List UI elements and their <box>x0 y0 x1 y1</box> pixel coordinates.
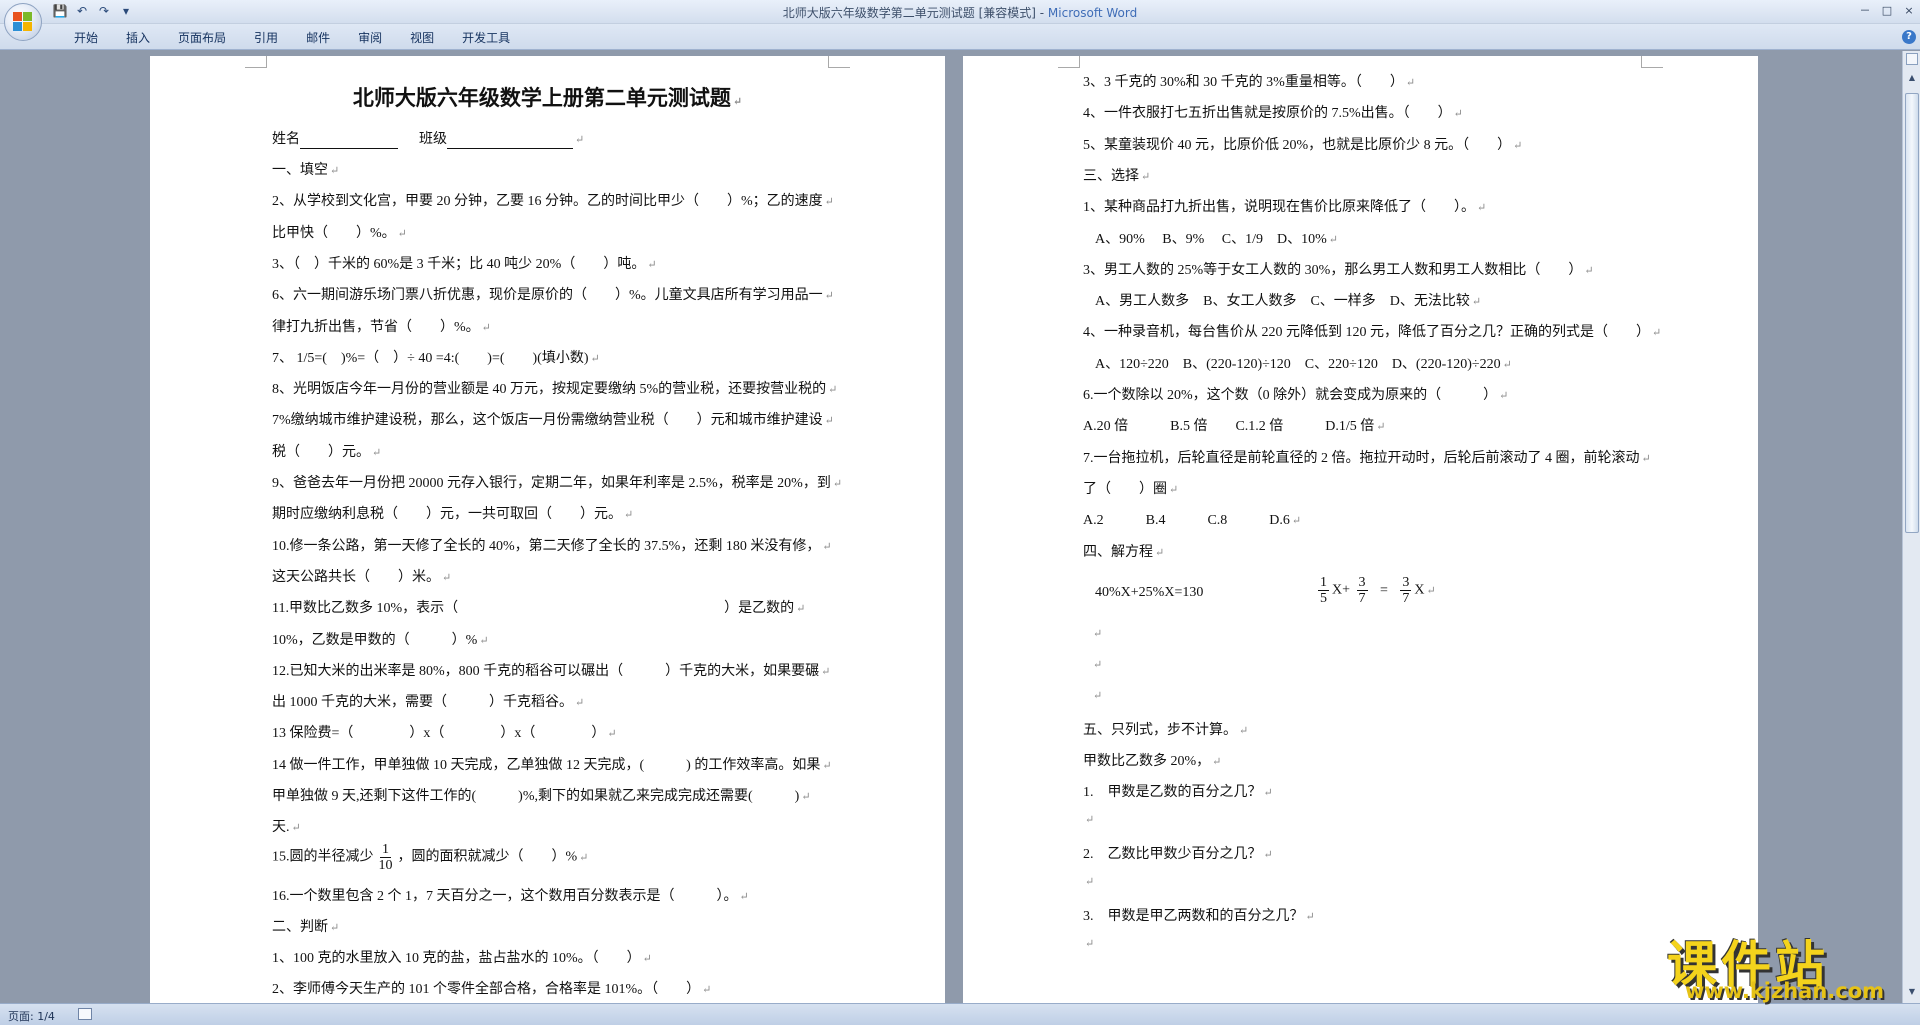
text-line: 二、判断 ↵ <box>272 920 340 935</box>
page-count[interactable]: 页面: 1/4 <box>8 1008 55 1024</box>
document-title: 北师大版六年级数学第二单元测试题 [兼容模式] - <box>782 6 1048 20</box>
empty-paragraph: ↵ <box>1093 690 1103 702</box>
text-line: 2、李师傅今天生产的 101 个零件全部合格，合格率是 101%。（ ） ↵ <box>272 982 712 997</box>
text-line: 3、（ ）千米的 60%是 3 千米；比 40 吨少 20%（ ）吨。 ↵ <box>272 257 657 272</box>
text-line: A.20 倍 B.5 倍 C.1.2 倍 D.1/5 倍 ↵ <box>1083 419 1386 434</box>
text-line: 了（ ）圈 ↵ <box>1083 482 1179 497</box>
text-line: 甲单独做 9 天,还剩下这件工作的( )%,剩下的如果就乙来完成完成还需要( )… <box>272 789 811 804</box>
text-line: 11.甲数比乙数多 10%，表示（ ）是乙数的 ↵ <box>272 601 806 616</box>
margin-corner <box>1058 56 1080 68</box>
text-line: 2. 乙数比甲数少百分之几？ ↵ <box>1083 847 1273 862</box>
text-line: A、男工人数多 B、女工人数多 C、一样多 D、无法比较 ↵ <box>1095 294 1482 309</box>
text-line: 10.修一条公路，第一天修了全长的 40%，第二天修了全长的 37.5%，还剩 … <box>272 539 832 554</box>
text-line: 7、 1/5=( )%=（ ）÷ 40 =4:( )=( )(填小数) ↵ <box>272 351 600 366</box>
tab-page-layout[interactable]: 页面布局 <box>164 29 240 47</box>
text-line: 9、爸爸去年一月份把 20000 元存入银行，定期二年，如果年利率是 2.5%，… <box>272 476 843 491</box>
text-line: 1、某种商品打九折出售，说明现在售价比原来降低了（ ）。 ↵ <box>1083 200 1487 215</box>
margin-corner <box>828 56 850 68</box>
equation-2: 1 5 X+ 37 = 3 7 X ↵ <box>1318 575 1436 606</box>
proofing-icon[interactable] <box>78 1008 92 1020</box>
status-bar: 页面: 1/4 <box>0 1003 1920 1025</box>
view-ruler-button[interactable] <box>1906 53 1918 65</box>
empty-paragraph: ↵ <box>1085 938 1095 950</box>
text-line: A、120÷220 B、(220-120)÷120 C、220÷120 D、(2… <box>1095 357 1512 372</box>
empty-paragraph: ↵ <box>1093 659 1103 671</box>
text-line: 五、只列式，步不计算。 ↵ <box>1083 723 1249 738</box>
text-line: 这天公路共长（ ）米。 ↵ <box>272 570 452 585</box>
text-line: 1. 甲数是乙数的百分之几？ ↵ <box>1083 785 1273 800</box>
close-button[interactable]: × <box>1898 0 1920 20</box>
minimize-button[interactable]: － <box>1854 0 1876 20</box>
title-bar: 💾 ↶ ↷ ▾ 北师大版六年级数学第二单元测试题 [兼容模式] - Micros… <box>0 0 1920 41</box>
text-line: 16.一个数里包含 2 个 1，7 天百分之一，这个数用百分数表示是（ ）。 ↵ <box>272 889 749 904</box>
text-line-fraction: 15.圆的半径减少 1 10 ，圆的面积就减少（ ）% ↵ <box>272 842 589 873</box>
tab-mailings[interactable]: 邮件 <box>292 29 344 47</box>
tab-references[interactable]: 引用 <box>240 29 292 47</box>
equation-1: 40%X+25%X=130 <box>1095 585 1204 600</box>
text-line: 4、一种录音机，每台售价从 220 元降低到 120 元，降低了百分之几？正确的… <box>1083 325 1662 340</box>
text-line: 1、100 克的水里放入 10 克的盐，盐占盐水的 10%。（ ） ↵ <box>272 951 652 966</box>
name-class-line: 姓名 班级 ↵ <box>272 132 585 149</box>
text-line: 3、男工人数的 25%等于女工人数的 30%，那么男工人数和男工人数相比（ ） ↵ <box>1083 263 1594 278</box>
scroll-down-arrow-icon[interactable]: ▼ <box>1906 985 1918 999</box>
app-name: Microsoft Word <box>1047 6 1138 20</box>
text-line: 12.已知大米的出米率是 80%，800 千克的稻谷可以碾出（ ）千克的大米，如… <box>272 664 831 679</box>
document-page-1[interactable]: 北师大版六年级数学上册第二单元测试题 ↵ 姓名 班级 ↵ 一、填空 ↵ 2、从学校到文… <box>150 56 945 1003</box>
text-line: 天. ↵ <box>272 820 301 835</box>
text-line: 7%缴纳城市维护建设税，那么，这个饭店一月份需缴纳营业税（ ）元和城市维护建设 ↵ <box>272 413 834 428</box>
tab-home[interactable]: 开始 <box>60 29 112 47</box>
tab-developer[interactable]: 开发工具 <box>448 29 524 47</box>
text-line: 四、解方程 ↵ <box>1083 545 1165 560</box>
office-button[interactable] <box>4 3 42 41</box>
maximize-button[interactable]: □ <box>1876 0 1898 20</box>
text-line: A、90% B、9% C、1/9 D、10% ↵ <box>1095 232 1338 247</box>
ribbon-tabs-bar: 开始 插入 页面布局 引用 邮件 审阅 视图 开发工具 ? <box>0 24 1920 50</box>
text-line: 6、六一期间游乐场门票八折优惠，现价是原价的（ ）%。儿童文具店所有学习用品一 ↵ <box>272 288 834 303</box>
scrollbar-thumb[interactable] <box>1905 93 1919 533</box>
text-line: 4、一件衣服打七五折出售就是按原价的 7.5%出售。（ ） ↵ <box>1083 106 1463 121</box>
margin-corner <box>1641 56 1663 68</box>
text-line: 三、选择 ↵ <box>1083 169 1151 184</box>
text-line: 6.一个数除以 20%，这个数（0 除外）就会变成为原来的（ ） ↵ <box>1083 388 1509 403</box>
text-line: 期时应缴纳利息税（ ）元，一共可取回（ ）元。 ↵ <box>272 507 634 522</box>
office-logo-icon <box>13 12 33 32</box>
text-line: 3、3 千克的 30%和 30 千克的 3%重量相等。（ ） ↵ <box>1083 75 1416 90</box>
window-title: 北师大版六年级数学第二单元测试题 [兼容模式] - Microsoft Word <box>0 4 1920 21</box>
empty-paragraph: ↵ <box>1093 628 1103 640</box>
document-heading: 北师大版六年级数学上册第二单元测试题 ↵ <box>352 86 743 110</box>
text-line: 5、某童装现价 40 元，比原价低 20%，也就是比原价少 8 元。（ ） ↵ <box>1083 138 1523 153</box>
ribbon-tabs: 开始 插入 页面布局 引用 邮件 审阅 视图 开发工具 <box>60 29 524 47</box>
text-line: 14 做一件工作，甲单独做 10 天完成，乙单独做 12 天完成，( ) 的工作… <box>272 758 832 773</box>
empty-paragraph: ↵ <box>1085 814 1095 826</box>
empty-paragraph: ↵ <box>1085 876 1095 888</box>
text-line: 律打九折出售，节省（ ）%。 ↵ <box>272 320 491 335</box>
text-line: 一、填空 ↵ <box>272 163 340 178</box>
text-line: 出 1000 千克的大米，需要（ ）千克稻谷。 ↵ <box>272 695 585 710</box>
text-line: 8、光明饭店今年一月份的营业额是 40 万元，按规定要缴纳 5%的营业税，还要按… <box>272 382 838 397</box>
window-controls: － □ × <box>1854 0 1920 20</box>
tab-insert[interactable]: 插入 <box>112 29 164 47</box>
text-line: 税（ ）元。 ↵ <box>272 445 382 460</box>
text-line: 3. 甲数是甲乙两数和的百分之几？ ↵ <box>1083 909 1315 924</box>
tab-review[interactable]: 审阅 <box>344 29 396 47</box>
text-line: 比甲快（ ）%。 ↵ <box>272 226 407 241</box>
watermark-url: www.kjzhan.com <box>1685 979 1885 1003</box>
tab-view[interactable]: 视图 <box>396 29 448 47</box>
text-line: 13 保险费=（ ）x（ ）x（ ） ↵ <box>272 726 617 741</box>
vertical-scrollbar[interactable]: ▲ ▼ <box>1902 51 1920 1003</box>
watermark-logo: 课件站 www.kjzhan.com <box>1667 925 1903 1005</box>
text-line: A.2 B.4 C.8 D.6 ↵ <box>1083 513 1302 528</box>
text-line: 2、从学校到文化宫，甲要 20 分钟，乙要 16 分钟。乙的时间比甲少（ ）%；… <box>272 194 834 209</box>
document-workspace[interactable]: 北师大版六年级数学上册第二单元测试题 ↵ 姓名 班级 ↵ 一、填空 ↵ 2、从学校到文… <box>0 51 1902 1003</box>
text-line: 10%，乙数是甲数的（ ）% ↵ <box>272 633 489 648</box>
scroll-up-arrow-icon[interactable]: ▲ <box>1906 71 1918 85</box>
margin-corner <box>245 56 267 68</box>
text-line: 甲数比乙数多 20%， ↵ <box>1083 754 1222 769</box>
text-line: 7.一台拖拉机，后轮直径是前轮直径的 2 倍。拖拉开动时，后轮后前滚动了 4 圈… <box>1083 451 1651 466</box>
document-page-2[interactable]: 3、3 千克的 30%和 30 千克的 3%重量相等。（ ） ↵ 4、一件衣服打七五… <box>963 56 1758 1003</box>
help-icon[interactable]: ? <box>1902 30 1916 44</box>
